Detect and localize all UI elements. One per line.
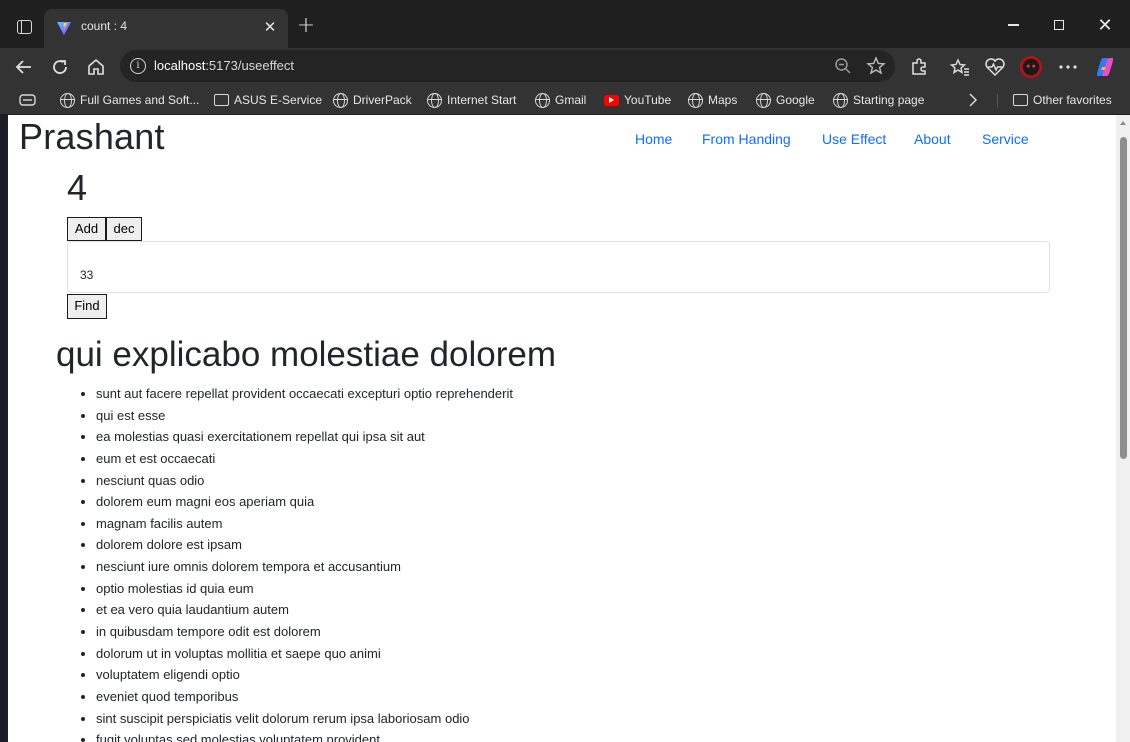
bookmark-item[interactable]: Full Games and Soft...: [60, 91, 199, 109]
list-item: voluptatem eligendi optio: [96, 666, 513, 688]
list-item: in quibusdam tempore odit est dolorem: [96, 623, 513, 645]
zoom-out-icon[interactable]: [833, 56, 853, 76]
list-item: fugit voluptas sed molestias voluptatem …: [96, 731, 513, 742]
post-id-input[interactable]: 33: [67, 241, 1050, 293]
bookmarks-bar: Full Games and Soft... ASUS E-Service Dr…: [0, 86, 1130, 114]
browser-essentials-icon[interactable]: [983, 55, 1007, 79]
tab-title: count : 4: [81, 19, 128, 33]
scroll-up-icon[interactable]: [1120, 121, 1126, 125]
close-window-icon[interactable]: ✕: [1092, 12, 1118, 38]
youtube-icon: [604, 94, 619, 106]
list-item: et ea vero quia laudantium autem: [96, 601, 513, 623]
refresh-icon[interactable]: [47, 54, 73, 80]
dec-button[interactable]: dec: [106, 217, 142, 241]
page-scrollbar[interactable]: [1116, 115, 1130, 742]
other-favorites[interactable]: Other favorites: [1013, 91, 1112, 109]
folder-icon: [214, 94, 229, 106]
bookmark-item[interactable]: ASUS E-Service: [214, 91, 322, 109]
browser-tab[interactable]: count : 4 ✕: [44, 9, 288, 48]
list-item: magnam facilis autem: [96, 515, 513, 537]
browser-toolbar: i localhost:5173/useeffect: [0, 48, 1130, 86]
tab-actions-icon[interactable]: [10, 14, 38, 40]
nav-about[interactable]: About: [914, 131, 951, 147]
home-icon[interactable]: [83, 54, 109, 80]
new-tab-icon[interactable]: +: [294, 15, 318, 39]
list-item: dolorem eum magni eos aperiam quia: [96, 493, 513, 515]
add-button[interactable]: Add: [67, 217, 106, 241]
address-bar[interactable]: i localhost:5173/useeffect: [120, 50, 895, 82]
bookmarks-divider: [997, 94, 998, 108]
more-bookmarks-icon[interactable]: [968, 91, 978, 109]
globe-icon: [688, 92, 703, 108]
vite-icon: [57, 22, 71, 35]
page-viewport: Prashant Home From Handing Use Effect Ab…: [8, 115, 1130, 742]
globe-icon: [833, 92, 848, 108]
list-item: nesciunt quas odio: [96, 472, 513, 494]
address-url: localhost:5173/useeffect: [154, 58, 294, 73]
globe-icon: [60, 92, 75, 108]
bookmark-item[interactable]: Starting page: [833, 91, 924, 109]
minimize-icon[interactable]: [1000, 12, 1026, 38]
list-item: eum et est occaecati: [96, 450, 513, 472]
navbar-brand[interactable]: Prashant: [19, 116, 165, 158]
bookmark-item[interactable]: Google: [756, 91, 815, 109]
globe-icon: [333, 92, 348, 108]
maximize-icon[interactable]: [1046, 12, 1072, 38]
scroll-thumb[interactable]: [1120, 137, 1127, 459]
nav-service[interactable]: Service: [982, 131, 1029, 147]
list-item: eveniet quod temporibus: [96, 688, 513, 710]
favorites-icon[interactable]: [948, 55, 972, 79]
favorite-star-icon[interactable]: [866, 56, 886, 76]
list-item: sunt aut facere repellat provident occae…: [96, 385, 513, 407]
bookmark-item[interactable]: Gmail: [535, 91, 586, 109]
browser-titlebar: count : 4 ✕ + ✕: [0, 0, 1130, 48]
folder-icon: [1013, 94, 1028, 106]
post-list: sunt aut facere repellat provident occae…: [96, 385, 513, 742]
profile-avatar[interactable]: [1019, 55, 1043, 79]
site-info-icon[interactable]: i: [130, 58, 146, 74]
list-item: sint suscipit perspiciatis velit dolorum…: [96, 710, 513, 732]
globe-icon: [535, 92, 550, 108]
find-button[interactable]: Find: [67, 294, 107, 319]
globe-icon: [756, 92, 771, 108]
globe-icon: [427, 92, 442, 108]
nav-form-handling[interactable]: From Handing: [702, 131, 791, 147]
list-item: dolorem dolore est ipsam: [96, 536, 513, 558]
count-value: 4: [67, 167, 88, 208]
more-options-icon[interactable]: [1056, 55, 1080, 79]
nav-home[interactable]: Home: [635, 131, 672, 147]
list-item: nesciunt iure omnis dolorem tempora et a…: [96, 558, 513, 580]
bookmark-item[interactable]: Internet Start: [427, 91, 516, 109]
tab-close-icon[interactable]: ✕: [260, 17, 280, 37]
list-item: optio molestias id quia eum: [96, 580, 513, 602]
post-id-input-value: 33: [80, 268, 94, 282]
list-item: dolorum ut in voluptas mollitia et saepe…: [96, 645, 513, 667]
bookmark-item[interactable]: YouTube: [604, 91, 671, 109]
bookmark-item[interactable]: Maps: [688, 91, 737, 109]
post-title: qui explicabo molestiae dolorem: [56, 335, 556, 374]
nav-use-effect[interactable]: Use Effect: [822, 131, 886, 147]
bookmark-item[interactable]: DriverPack: [333, 91, 412, 109]
list-item: qui est esse: [96, 407, 513, 429]
reading-list-icon[interactable]: [19, 91, 36, 109]
list-item: ea molestias quasi exercitationem repell…: [96, 428, 513, 450]
extensions-icon[interactable]: [907, 55, 931, 79]
back-icon[interactable]: [11, 54, 37, 80]
copilot-icon[interactable]: [1093, 55, 1117, 79]
